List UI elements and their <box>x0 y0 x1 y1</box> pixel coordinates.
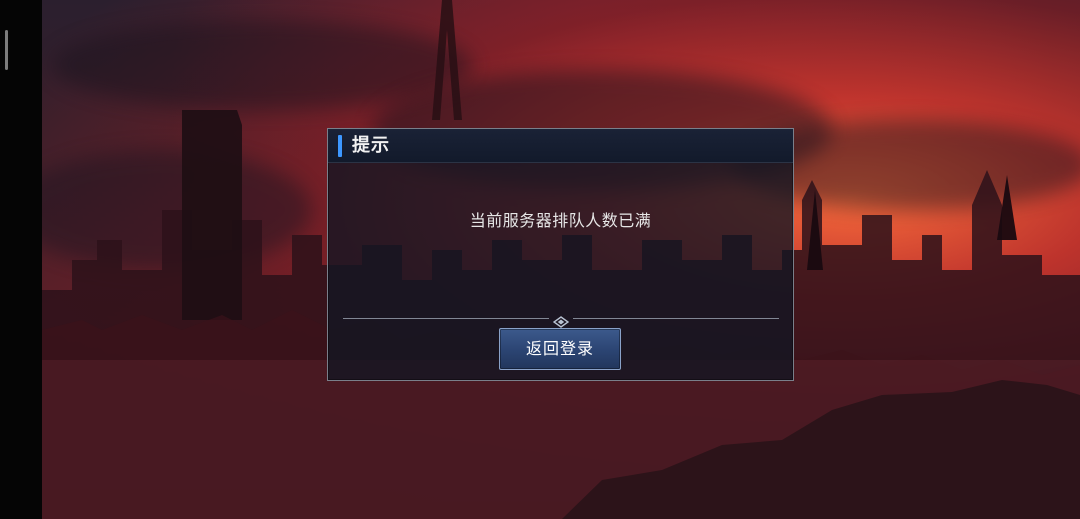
divider-line-left <box>343 318 549 319</box>
diamond-ornament-icon <box>552 313 570 328</box>
return-login-button[interactable]: 返回登录 <box>499 328 621 370</box>
divider-line-right <box>573 318 779 319</box>
server-queue-dialog: 提示 当前服务器排队人数已满 返回登录 <box>327 128 794 381</box>
ground-haze <box>42 360 1080 519</box>
dialog-title: 提示 <box>352 135 390 156</box>
dialog-divider <box>343 313 779 328</box>
dialog-header: 提示 <box>328 129 793 163</box>
antenna-tower <box>432 0 462 120</box>
dialog-message: 当前服务器排队人数已满 <box>469 211 652 230</box>
header-accent-bar <box>338 135 342 157</box>
left-status-strip <box>0 0 42 519</box>
status-bar-handle <box>5 30 8 70</box>
game-screen: 提示 当前服务器排队人数已满 返回登录 <box>0 0 1080 519</box>
tower-building <box>182 110 242 320</box>
